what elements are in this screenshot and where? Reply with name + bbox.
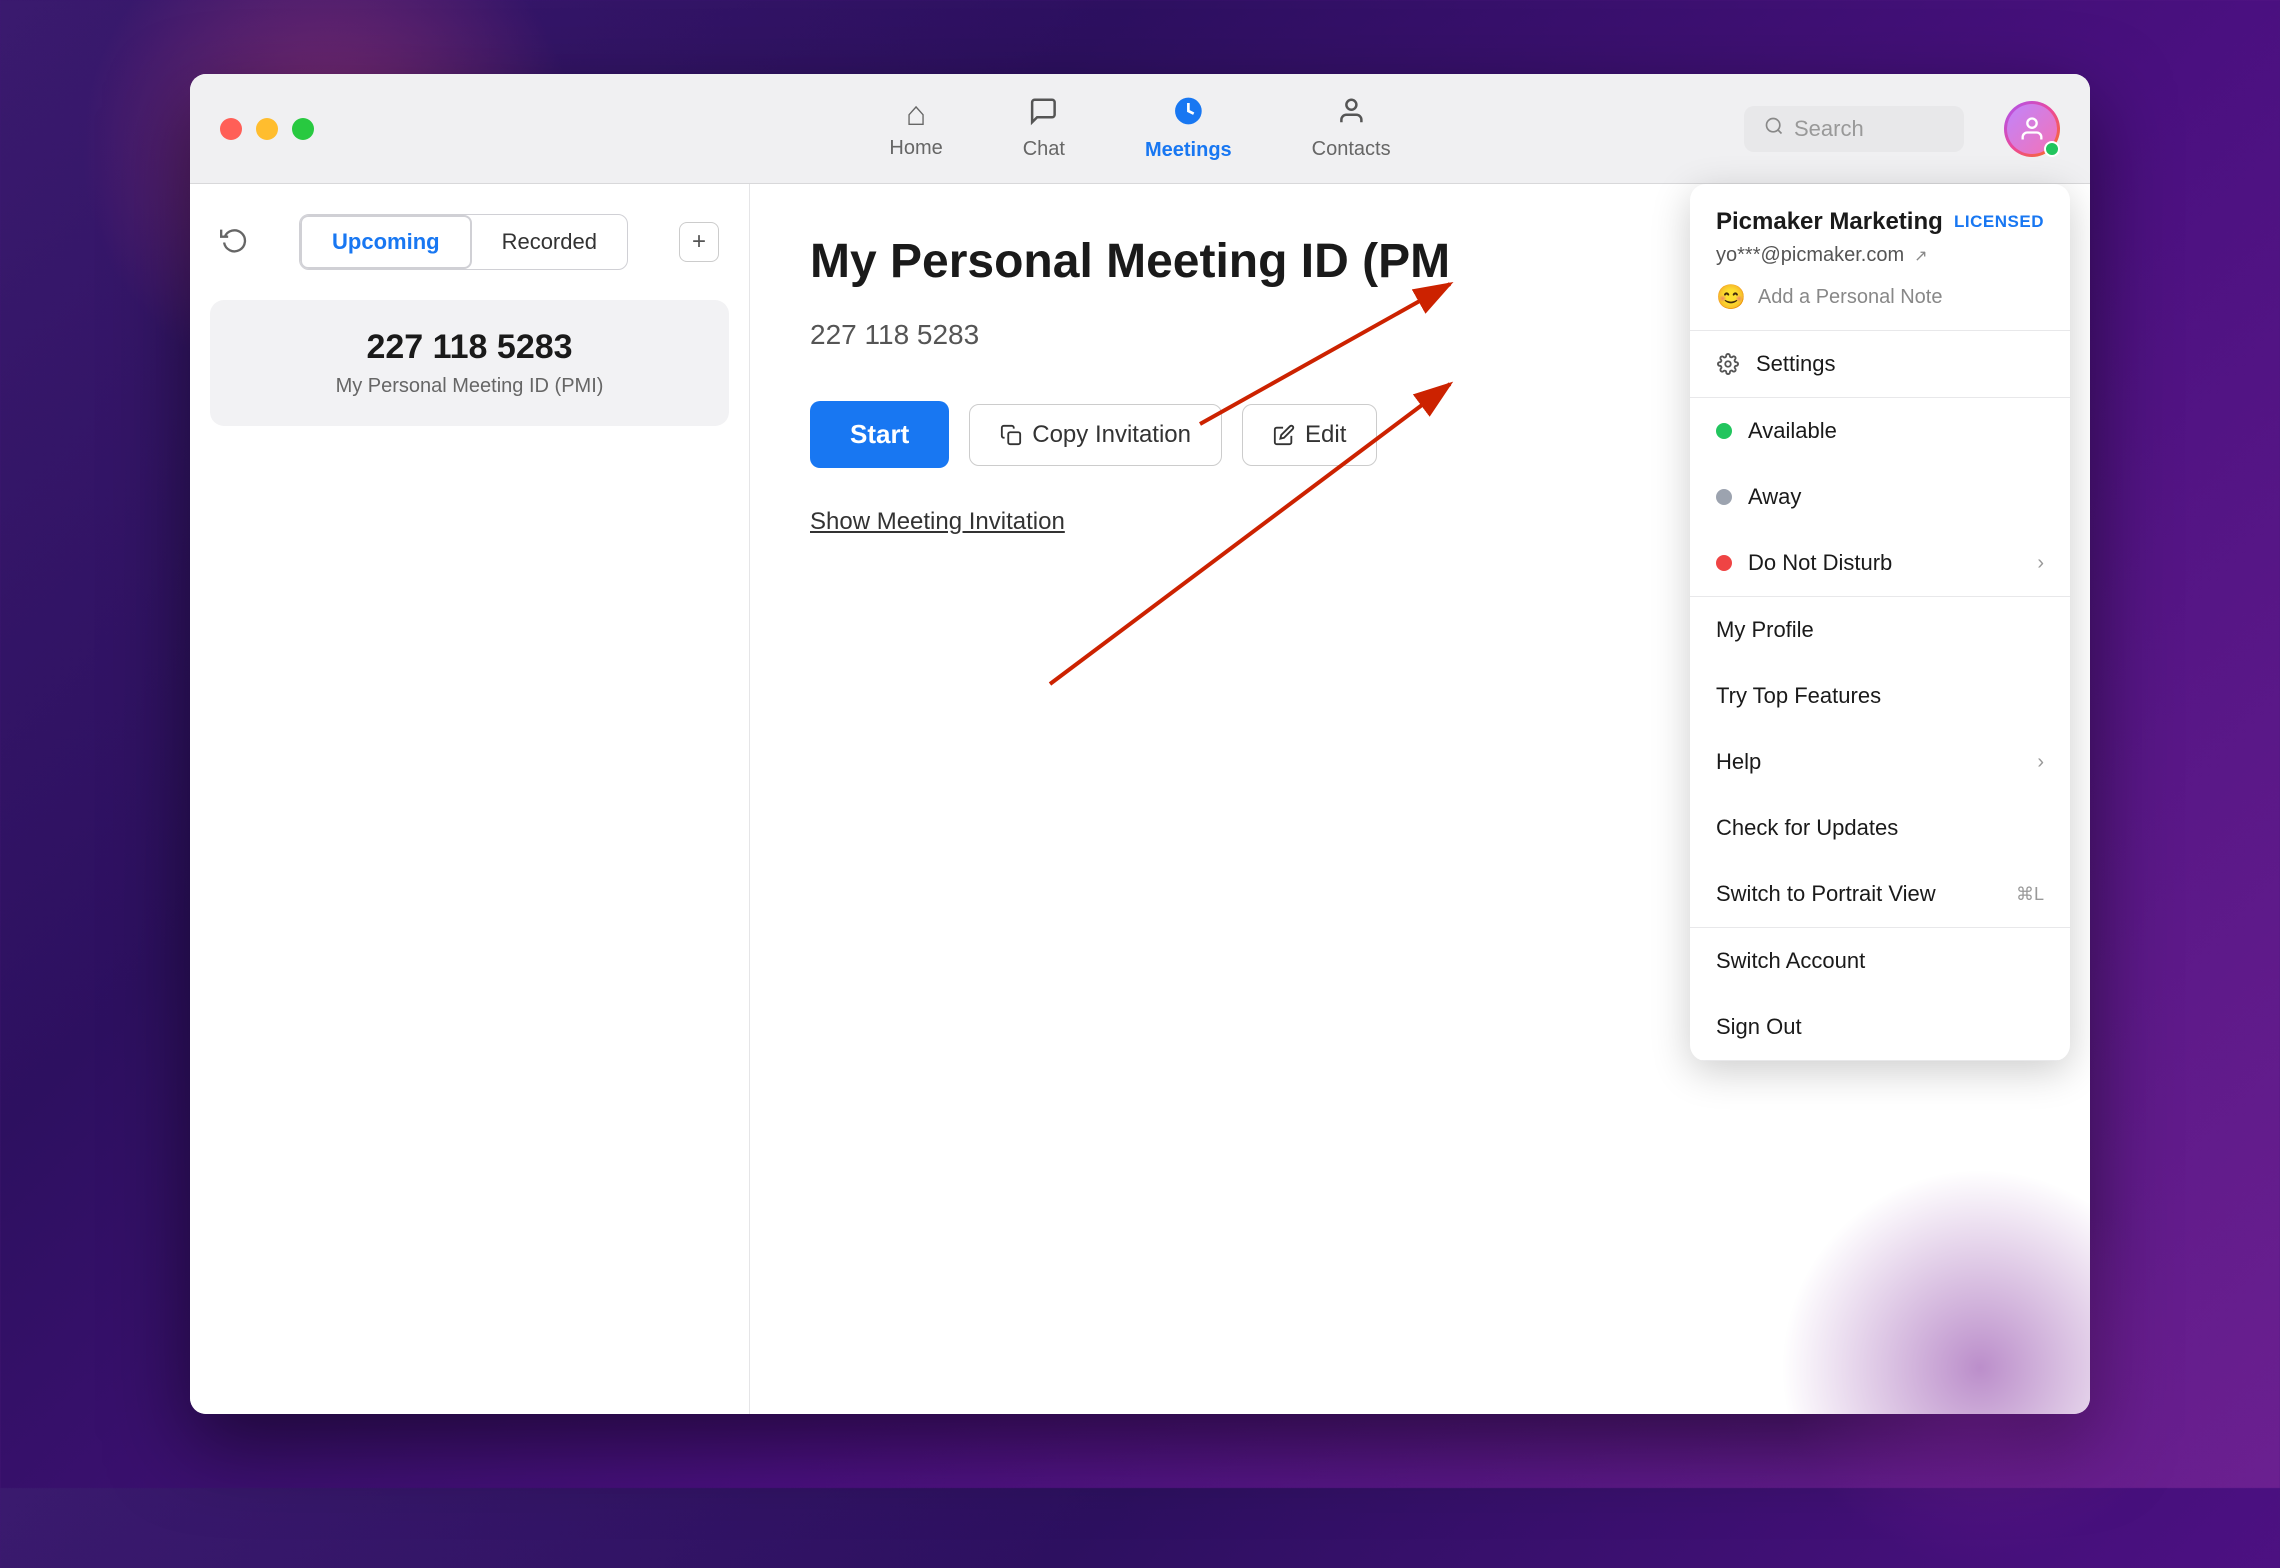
dropdown-item-do-not-disturb[interactable]: Do Not Disturb › <box>1690 530 2070 596</box>
dropdown-header: Picmaker Marketing LICENSED yo***@picmak… <box>1690 184 2070 331</box>
title-bar: ⌂ Home Chat Meetings <box>190 74 2090 184</box>
refresh-button[interactable] <box>220 225 248 260</box>
available-status-dot <box>1716 423 1732 439</box>
home-icon: ⌂ <box>906 97 927 131</box>
dropdown-settings-section: Settings <box>1690 331 2070 398</box>
dnd-status-dot <box>1716 555 1732 571</box>
sign-out-label: Sign Out <box>1716 1014 1802 1040</box>
dropdown-menu: Picmaker Marketing LICENSED yo***@picmak… <box>1690 184 2070 1061</box>
recorded-tab[interactable]: Recorded <box>472 215 627 269</box>
avatar-status-indicator <box>2044 141 2060 157</box>
tab-home-label: Home <box>889 137 942 160</box>
edit-label: Edit <box>1305 421 1346 449</box>
copy-invitation-button[interactable]: Copy Invitation <box>969 404 1222 466</box>
dropdown-item-sign-out[interactable]: Sign Out <box>1690 994 2070 1060</box>
tab-contacts-label: Contacts <box>1312 138 1391 161</box>
dropdown-username: Picmaker Marketing <box>1716 208 1943 236</box>
dropdown-item-help[interactable]: Help › <box>1690 729 2070 795</box>
tab-chat[interactable]: Chat <box>983 86 1105 171</box>
away-label: Away <box>1748 484 1801 510</box>
sidebar: Upcoming Recorded + 227 118 5283 My Pers… <box>190 184 750 1414</box>
edit-button[interactable]: Edit <box>1242 404 1377 466</box>
gear-icon <box>1716 352 1740 376</box>
try-top-features-label: Try Top Features <box>1716 683 1881 709</box>
dropdown-user-row: Picmaker Marketing LICENSED <box>1716 208 2044 236</box>
sidebar-header: Upcoming Recorded + <box>210 214 729 270</box>
tab-chat-label: Chat <box>1023 138 1065 161</box>
dropdown-item-my-profile[interactable]: My Profile <box>1690 597 2070 663</box>
dropdown-account-section: Switch Account Sign Out <box>1690 928 2070 1061</box>
window-controls <box>220 118 314 140</box>
tab-contacts[interactable]: Contacts <box>1272 86 1431 171</box>
tab-home[interactable]: ⌂ Home <box>849 87 982 170</box>
dropdown-item-check-for-updates[interactable]: Check for Updates <box>1690 795 2070 861</box>
app-window: ⌂ Home Chat Meetings <box>190 74 2090 1414</box>
dropdown-note-row[interactable]: 😊 Add a Personal Note <box>1716 283 2044 312</box>
dropdown-email: yo***@picmaker.com <box>1716 244 1904 267</box>
minimize-button[interactable] <box>256 118 278 140</box>
help-chevron-icon: › <box>2037 751 2044 774</box>
search-icon <box>1764 116 1784 142</box>
maximize-button[interactable] <box>292 118 314 140</box>
switch-account-label: Switch Account <box>1716 948 1865 974</box>
meeting-card[interactable]: 227 118 5283 My Personal Meeting ID (PMI… <box>210 300 729 426</box>
start-button[interactable]: Start <box>810 401 949 468</box>
dropdown-status-section: Available Away Do Not Disturb › <box>1690 398 2070 597</box>
contacts-icon <box>1336 96 1366 132</box>
help-label: Help <box>1716 749 1761 775</box>
search-bar[interactable]: Search <box>1744 106 1964 152</box>
search-placeholder: Search <box>1794 116 1864 142</box>
my-profile-label: My Profile <box>1716 617 1814 643</box>
meetings-icon <box>1172 95 1204 133</box>
licensed-badge: LICENSED <box>1954 212 2044 232</box>
meetings-tab-group: Upcoming Recorded <box>299 214 628 270</box>
dnd-label: Do Not Disturb <box>1748 550 1892 576</box>
avatar-button[interactable] <box>2004 101 2060 157</box>
copy-invitation-label: Copy Invitation <box>1032 421 1191 449</box>
meeting-card-label: My Personal Meeting ID (PMI) <box>240 375 699 398</box>
note-placeholder: Add a Personal Note <box>1758 286 1943 309</box>
away-status-dot <box>1716 489 1732 505</box>
meeting-card-id: 227 118 5283 <box>240 328 699 367</box>
note-emoji-icon: 😊 <box>1716 283 1746 312</box>
settings-label: Settings <box>1756 351 1836 377</box>
close-button[interactable] <box>220 118 242 140</box>
email-arrow-icon: ↗ <box>1914 246 1927 266</box>
dropdown-email-row: yo***@picmaker.com ↗ <box>1716 244 2044 267</box>
tab-meetings-label: Meetings <box>1145 139 1232 162</box>
check-updates-label: Check for Updates <box>1716 815 1898 841</box>
dropdown-item-settings[interactable]: Settings <box>1690 331 2070 397</box>
chat-icon <box>1029 96 1059 132</box>
dropdown-profile-section: My Profile Try Top Features Help › Check… <box>1690 597 2070 928</box>
dropdown-item-switch-account[interactable]: Switch Account <box>1690 928 2070 994</box>
available-label: Available <box>1748 418 1837 444</box>
dnd-chevron-icon: › <box>2037 552 2044 575</box>
add-meeting-button[interactable]: + <box>679 222 719 262</box>
dropdown-item-available[interactable]: Available <box>1690 398 2070 464</box>
switch-portrait-shortcut: ⌘L <box>2016 884 2044 905</box>
upcoming-tab[interactable]: Upcoming <box>300 215 472 269</box>
switch-portrait-label: Switch to Portrait View <box>1716 881 1936 907</box>
dropdown-item-away[interactable]: Away <box>1690 464 2070 530</box>
dropdown-item-try-top-features[interactable]: Try Top Features <box>1690 663 2070 729</box>
dropdown-item-switch-to-portrait[interactable]: Switch to Portrait View ⌘L <box>1690 861 2070 927</box>
navigation-tabs: ⌂ Home Chat Meetings <box>849 85 1430 172</box>
tab-meetings[interactable]: Meetings <box>1105 85 1272 172</box>
